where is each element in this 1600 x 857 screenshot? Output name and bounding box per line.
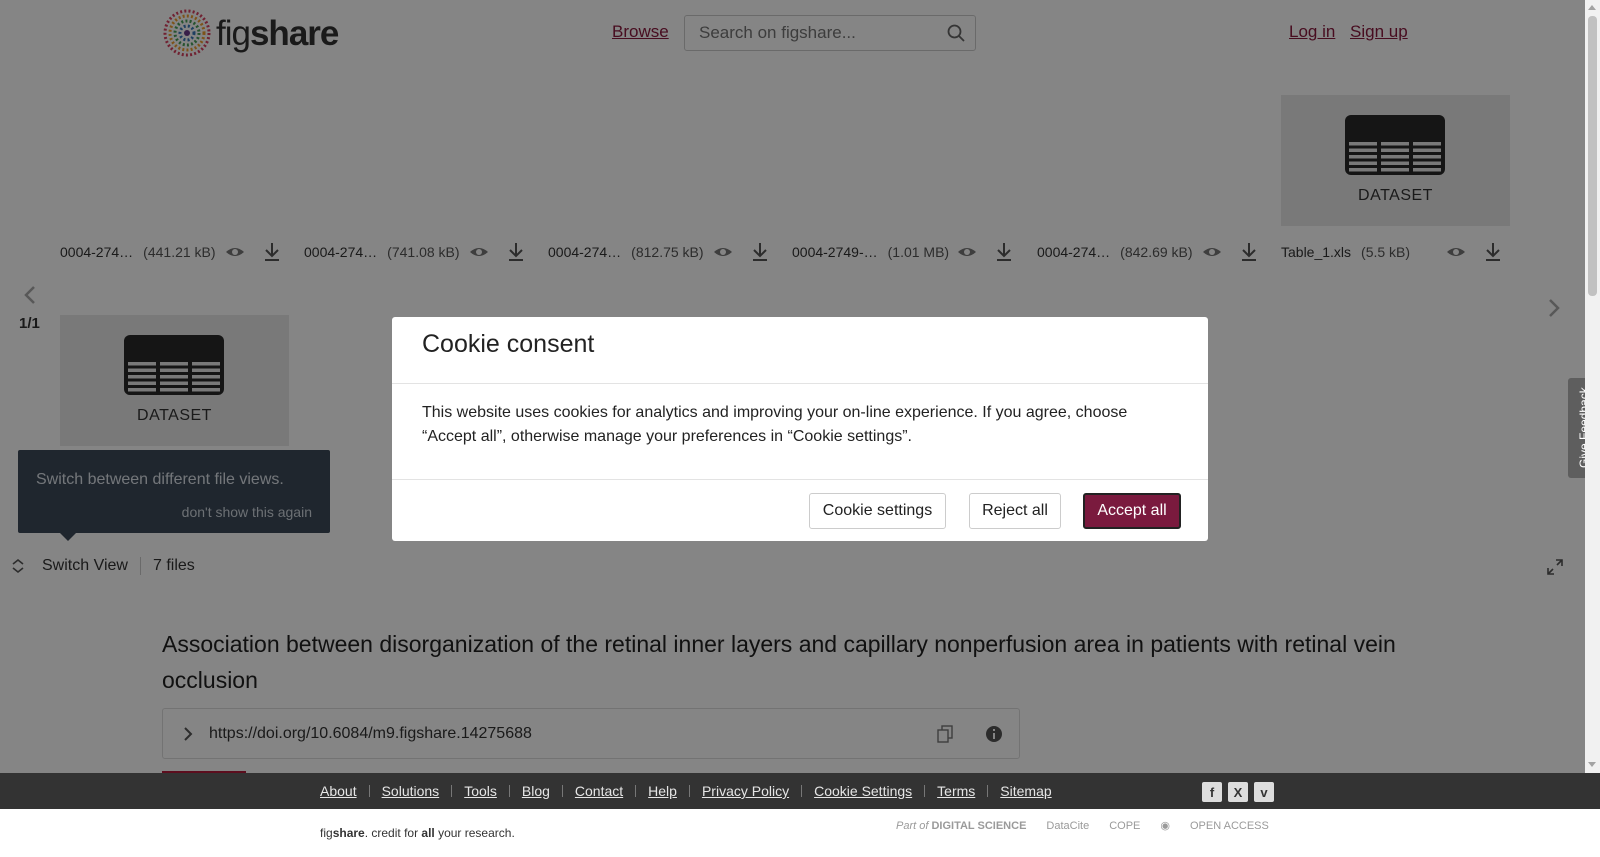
footer-link[interactable]: Terms xyxy=(937,783,975,799)
divider xyxy=(451,785,453,797)
divider xyxy=(635,785,637,797)
divider xyxy=(801,785,803,797)
divider xyxy=(392,383,1208,384)
footer-bottom: figshare. credit for all your research. … xyxy=(0,809,1600,857)
footer-link[interactable]: Solutions xyxy=(382,783,440,799)
scrollbar-thumb[interactable] xyxy=(1588,16,1597,296)
scroll-down-arrow[interactable] xyxy=(1588,762,1596,767)
dialog-title: Cookie consent xyxy=(422,330,595,358)
footer-link[interactable]: Sitemap xyxy=(1000,783,1051,799)
globe-icon[interactable]: ◉ xyxy=(1160,819,1170,832)
tagline: figshare. credit for all your research. xyxy=(320,826,515,840)
partner-logos: Part of DIGITAL SCIENCE DataCite COPE ◉ … xyxy=(896,819,1269,833)
divider xyxy=(392,479,1208,480)
digital-science-logo[interactable]: Part of DIGITAL SCIENCE xyxy=(896,820,1026,832)
divider xyxy=(561,785,563,797)
cope-logo[interactable]: COPE xyxy=(1109,820,1140,832)
facebook-icon[interactable]: f xyxy=(1202,782,1222,802)
reject-all-button[interactable]: Reject all xyxy=(969,493,1061,529)
footer-link[interactable]: Tools xyxy=(464,783,497,799)
footer-nav: About Solutions Tools Blog Contact Help Privac… xyxy=(0,773,1600,809)
footer-link[interactable]: Cookie Settings xyxy=(814,783,912,799)
x-icon[interactable]: X xyxy=(1228,782,1248,802)
footer-link[interactable]: Privacy Policy xyxy=(702,783,789,799)
footer-link[interactable]: Contact xyxy=(575,783,623,799)
scrollbar[interactable] xyxy=(1585,0,1600,773)
social-links: f X v xyxy=(1202,782,1274,802)
dialog-body: This website uses cookies for analytics … xyxy=(422,404,1128,445)
cookie-consent-dialog: Cookie consent This website uses cookies… xyxy=(392,317,1208,541)
cookie-settings-button[interactable]: Cookie settings xyxy=(809,493,946,529)
footer-link[interactable]: Blog xyxy=(522,783,550,799)
datacite-logo[interactable]: DataCite xyxy=(1046,820,1089,832)
divider xyxy=(508,785,510,797)
vimeo-icon[interactable]: v xyxy=(1254,782,1274,802)
scroll-up-arrow[interactable] xyxy=(1588,5,1596,10)
divider xyxy=(924,785,926,797)
accept-all-button[interactable]: Accept all xyxy=(1083,493,1181,529)
footer-link[interactable]: Help xyxy=(648,783,677,799)
divider xyxy=(987,785,989,797)
footer-link[interactable]: About xyxy=(320,783,357,799)
open-access-logo[interactable]: OPEN ACCESS xyxy=(1190,820,1269,832)
divider xyxy=(688,785,690,797)
divider xyxy=(368,785,370,797)
footer-links: About Solutions Tools Blog Contact Help Privac… xyxy=(320,773,1052,809)
